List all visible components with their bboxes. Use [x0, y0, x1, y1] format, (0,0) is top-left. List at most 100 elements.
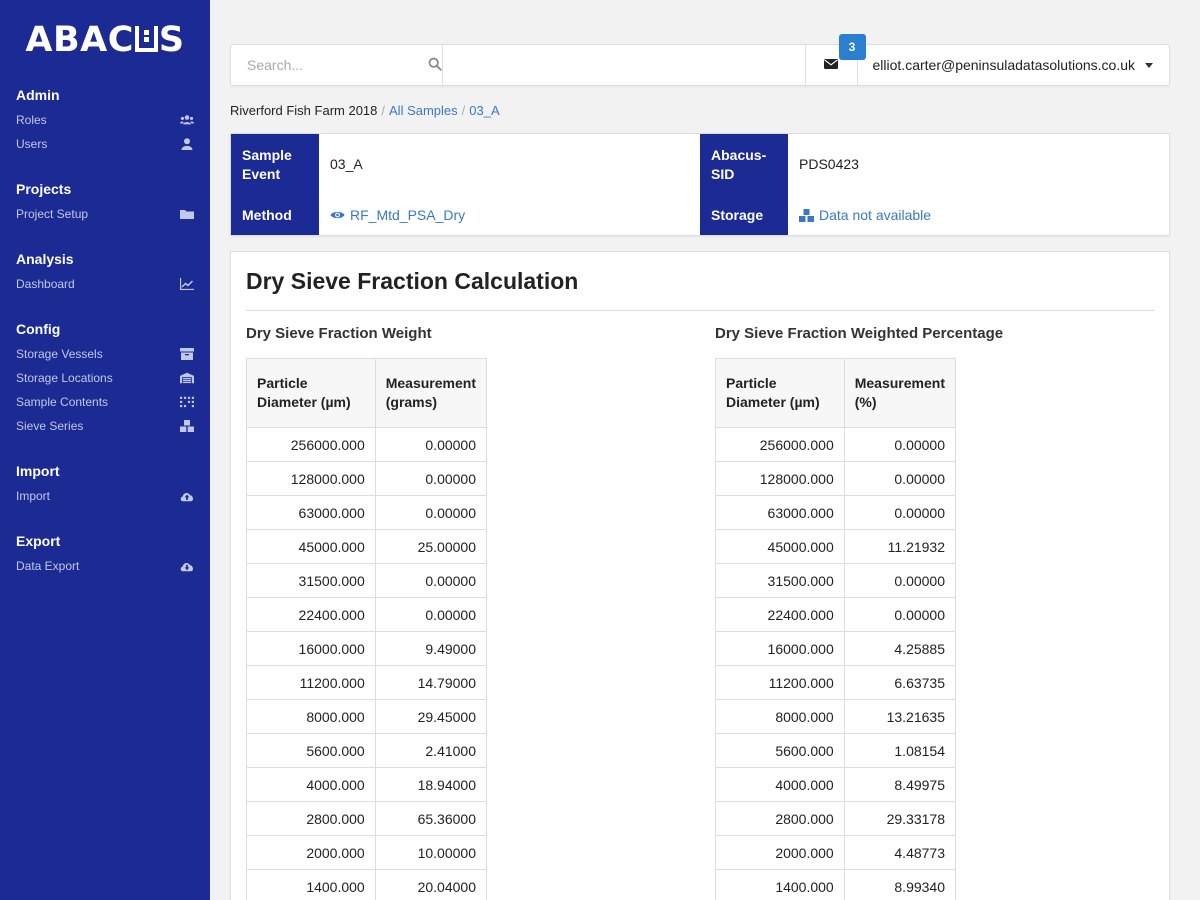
nav-heading: Projects	[16, 181, 72, 197]
fraction-panel: Dry Sieve Fraction Calculation Dry Sieve…	[230, 251, 1170, 900]
measurement-cell: 4.48773	[843, 835, 957, 870]
particle-diameter-cell: 11200.000	[715, 665, 845, 700]
search-box	[231, 45, 443, 85]
particle-diameter-cell: 31500.000	[715, 563, 845, 598]
sidebar-item-import[interactable]: Import	[0, 484, 210, 508]
nav-heading: Import	[16, 463, 60, 479]
sidebar-item-data-export[interactable]: Data Export	[0, 554, 210, 578]
measurement-cell: 6.63735	[843, 665, 957, 700]
particle-diameter-cell: 2800.000	[246, 801, 376, 836]
table-row: 4000.000 18.94000	[246, 767, 488, 802]
particle-diameter-cell: 8000.000	[246, 699, 376, 734]
measurement-cell: 25.00000	[374, 529, 488, 564]
particle-diameter-cell: 45000.000	[246, 529, 376, 564]
sidebar-item-storage-vessels[interactable]: Storage Vessels	[0, 342, 210, 366]
table-row: 11200.000 14.79000	[246, 665, 488, 700]
sidebar-item-label: Roles	[16, 113, 47, 127]
weight-table: Particle Diameter (µm) Measurement (grams…	[246, 358, 488, 900]
users-icon	[180, 114, 194, 126]
topbar: 3 elliot.carter@peninsuladatasolutions.c…	[230, 34, 1170, 86]
message-count-badge: 3	[838, 34, 866, 60]
breadcrumb-project: Riverford Fish Farm 2018	[230, 103, 378, 118]
measurement-cell: 0.00000	[374, 495, 488, 530]
table-row: 2800.000 65.36000	[246, 801, 488, 836]
measurement-cell: 0.00000	[843, 461, 957, 496]
sidebar-item-sample-contents[interactable]: Sample Contents	[0, 390, 210, 414]
folder-icon	[180, 208, 194, 220]
table-header-row: Particle Diameter (µm) Measurement (%)	[715, 358, 957, 428]
particle-diameter-cell: 31500.000	[246, 563, 376, 598]
messages-button[interactable]: 3	[804, 34, 866, 85]
column-header-measurement: Measurement (%)	[843, 358, 957, 428]
particle-diameter-cell: 2000.000	[246, 835, 376, 870]
particle-diameter-cell: 5600.000	[715, 733, 845, 768]
particle-diameter-cell: 22400.000	[715, 597, 845, 632]
cubes-icon	[180, 420, 194, 432]
measurement-cell: 29.33178	[843, 801, 957, 836]
measurement-cell: 2.41000	[374, 733, 488, 768]
measurement-cell: 9.49000	[374, 631, 488, 666]
sample-info-right: Abacus-SID Storage PDS0423 Data not avai…	[700, 134, 1169, 235]
table-row: 31500.000 0.00000	[246, 563, 488, 598]
nav-section-import: Import Import	[0, 460, 210, 508]
sample-info-left: Sample Event Method 03_A RF_Mtd_PSA_Dry	[231, 134, 700, 235]
particle-diameter-cell: 128000.000	[246, 461, 376, 496]
measurement-cell: 0.00000	[843, 495, 957, 530]
table-row: 8000.000 13.21635	[715, 699, 957, 734]
measurement-cell: 8.49975	[843, 767, 957, 802]
particle-diameter-cell: 5600.000	[246, 733, 376, 768]
sidebar-item-label: Sieve Series	[16, 419, 84, 433]
column-header-particle-diameter: Particle Diameter (µm)	[246, 358, 376, 428]
user-icon	[180, 138, 194, 150]
nav-heading: Analysis	[16, 251, 74, 267]
particle-diameter-cell: 2800.000	[715, 801, 845, 836]
percent-table: Particle Diameter (µm) Measurement (%) 256…	[715, 358, 957, 900]
sidebar-item-project-setup[interactable]: Project Setup	[0, 202, 210, 226]
table-row: 22400.000 0.00000	[715, 597, 957, 632]
table-row: 128000.000 0.00000	[715, 461, 957, 496]
method-link[interactable]: RF_Mtd_PSA_Dry	[330, 207, 465, 223]
particle-diameter-cell: 256000.000	[715, 427, 845, 462]
sidebar-item-storage-locations[interactable]: Storage Locations	[0, 366, 210, 390]
measurement-cell: 0.00000	[843, 563, 957, 598]
abacus-sid-value: PDS0423	[799, 155, 859, 172]
measurement-cell: 0.00000	[843, 597, 957, 632]
nav-section-projects: Projects Project Setup	[0, 178, 210, 226]
sidebar-item-users[interactable]: Users	[0, 132, 210, 156]
measurement-cell: 13.21635	[843, 699, 957, 734]
panel-divider	[246, 310, 1155, 311]
table-row: 63000.000 0.00000	[246, 495, 488, 530]
particle-diameter-cell: 16000.000	[715, 631, 845, 666]
sidebar: ABAC S Admin Roles Users Projects Project Set…	[0, 0, 210, 900]
particle-diameter-cell: 2000.000	[715, 835, 845, 870]
sidebar-item-label: Sample Contents	[16, 395, 109, 409]
particle-diameter-cell: 4000.000	[246, 767, 376, 802]
breadcrumb-sample[interactable]: 03_A	[469, 103, 499, 118]
particle-diameter-cell: 8000.000	[715, 699, 845, 734]
particle-diameter-cell: 4000.000	[715, 767, 845, 802]
sidebar-item-label: Dashboard	[16, 277, 75, 291]
search-icon[interactable]	[428, 57, 442, 74]
info-labels-left: Sample Event Method	[231, 134, 319, 235]
table-row: 45000.000 25.00000	[246, 529, 488, 564]
sidebar-item-sieve-series[interactable]: Sieve Series	[0, 414, 210, 438]
logo[interactable]: ABAC S	[0, 0, 210, 80]
eye-icon	[330, 211, 345, 219]
nav-heading: Config	[16, 321, 61, 337]
sidebar-item-roles[interactable]: Roles	[0, 108, 210, 132]
particle-diameter-cell: 16000.000	[246, 631, 376, 666]
measurement-cell: 65.36000	[374, 801, 488, 836]
sidebar-item-dashboard[interactable]: Dashboard	[0, 272, 210, 296]
measurement-cell: 0.00000	[374, 427, 488, 462]
particle-diameter-cell: 1400.000	[246, 869, 376, 900]
table-row: 128000.000 0.00000	[246, 461, 488, 496]
search-input[interactable]	[247, 57, 428, 73]
sidebar-item-label: Project Setup	[16, 207, 89, 221]
storage-link[interactable]: Data not available	[799, 207, 931, 223]
table-row: 1400.000 20.04000	[246, 869, 488, 900]
user-menu-dropdown[interactable]: elliot.carter@peninsuladatasolutions.co.…	[856, 45, 1169, 85]
breadcrumb-all-samples[interactable]: All Samples	[389, 103, 458, 118]
envelope-icon	[824, 57, 839, 73]
measurement-cell: 8.99340	[843, 869, 957, 900]
